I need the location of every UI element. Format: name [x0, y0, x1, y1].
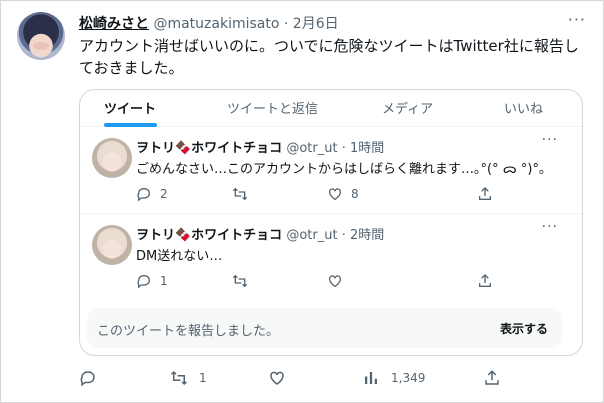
reply-text: DM送れない… — [136, 249, 223, 264]
like-icon — [270, 371, 284, 385]
reply-count: 1 — [160, 274, 168, 288]
tab-media[interactable]: メディア — [382, 98, 433, 117]
avatar[interactable] — [92, 138, 132, 178]
reply-time[interactable]: 1時間 — [350, 141, 384, 156]
share-icon — [479, 187, 491, 200]
reply-header: ヲトリ🍫ホワイトチョコ @otr_ut · 1時間 — [136, 137, 384, 156]
reply-time[interactable]: 2時間 — [350, 228, 384, 243]
like-button[interactable] — [327, 273, 351, 289]
tweet-header: 松崎みさと @matuzakimisato · 2月6日 — [79, 13, 339, 33]
like-button[interactable]: 8 — [327, 186, 359, 202]
author-name[interactable]: 松崎みさと — [79, 16, 149, 32]
reply-separator: · — [341, 141, 346, 156]
views-button[interactable]: 1,349 — [362, 369, 425, 387]
reply-author-handle[interactable]: @otr_ut — [286, 141, 337, 156]
reply-icon — [137, 187, 151, 202]
list-item[interactable]: ヲトリ🍫ホワイトチョコ @otr_ut · 1時間 ··· ごめんなさい…このア… — [80, 128, 582, 214]
share-icon — [485, 370, 499, 385]
reported-notice: このツイートを報告しました。 表示する — [87, 308, 563, 348]
views-icon — [365, 372, 377, 384]
quoted-profile-card[interactable]: ツイート ツイートと返信 メディア いいね ヲトリ🍫ホワイトチョコ @otr_u… — [79, 89, 583, 356]
tab-tweets[interactable]: ツイート — [104, 98, 156, 117]
share-icon — [479, 274, 491, 287]
active-tab-indicator — [104, 123, 157, 127]
author-avatar[interactable] — [17, 12, 65, 60]
tab-likes[interactable]: いいね — [504, 98, 543, 117]
reply-header: ヲトリ🍫ホワイトチョコ @otr_ut · 2時間 — [136, 224, 384, 243]
tweet-text: アカウント消せばいいのに。ついでに危険なツイートはTwitter社に報告しておき… — [79, 37, 579, 77]
like-icon — [329, 275, 341, 288]
tweet-actions: 1 1,349 — [79, 369, 519, 389]
reply-button[interactable] — [79, 369, 108, 387]
reply-actions: 2 8 — [136, 186, 556, 204]
reply-count: 2 — [160, 187, 168, 201]
more-icon[interactable]: ··· — [568, 10, 586, 29]
retweet-icon — [232, 274, 248, 288]
like-button[interactable] — [268, 369, 297, 387]
reply-button[interactable]: 1 — [136, 273, 168, 289]
reply-author-name[interactable]: ヲトリ🍫ホワイトチョコ — [136, 141, 282, 156]
more-icon[interactable]: ··· — [542, 219, 558, 235]
author-handle[interactable]: @matuzakimisato — [153, 16, 279, 32]
reply-actions: 1 — [136, 273, 556, 291]
more-icon[interactable]: ··· — [542, 132, 558, 148]
header-separator: · — [283, 16, 289, 32]
show-button[interactable]: 表示する — [500, 320, 548, 337]
reply-button[interactable]: 2 — [136, 186, 168, 202]
reply-separator: · — [341, 228, 346, 243]
list-item[interactable]: ヲトリ🍫ホワイトチョコ @otr_ut · 2時間 ··· DM送れない… 1 — [80, 215, 582, 301]
share-button[interactable] — [477, 186, 493, 202]
retweet-icon — [170, 370, 188, 386]
share-button[interactable] — [477, 273, 493, 289]
retweet-icon — [232, 187, 248, 201]
retweet-button[interactable]: 1 — [170, 369, 207, 387]
retweet-button[interactable] — [232, 186, 256, 202]
reply-icon — [80, 371, 95, 387]
reply-author-handle[interactable]: @otr_ut — [286, 228, 337, 243]
views-count: 1,349 — [391, 371, 426, 385]
like-count: 8 — [351, 187, 359, 201]
retweet-button[interactable] — [232, 273, 256, 289]
reply-icon — [137, 274, 151, 289]
tab-tweets-and-replies[interactable]: ツイートと返信 — [227, 98, 318, 117]
retweet-count: 1 — [199, 371, 207, 385]
like-icon — [329, 188, 341, 201]
reply-author-name[interactable]: ヲトリ🍫ホワイトチョコ — [136, 228, 282, 243]
profile-tabs: ツイート ツイートと返信 メディア いいね — [80, 90, 582, 127]
share-button[interactable] — [483, 369, 501, 387]
tweet-date[interactable]: 2月6日 — [293, 16, 339, 32]
avatar[interactable] — [92, 225, 132, 265]
notice-text: このツイートを報告しました。 — [97, 324, 280, 339]
reply-text: ごめんなさい…このアカウントからはしばらく離れます…｡°(° ᯅ °)°｡ — [136, 162, 546, 177]
